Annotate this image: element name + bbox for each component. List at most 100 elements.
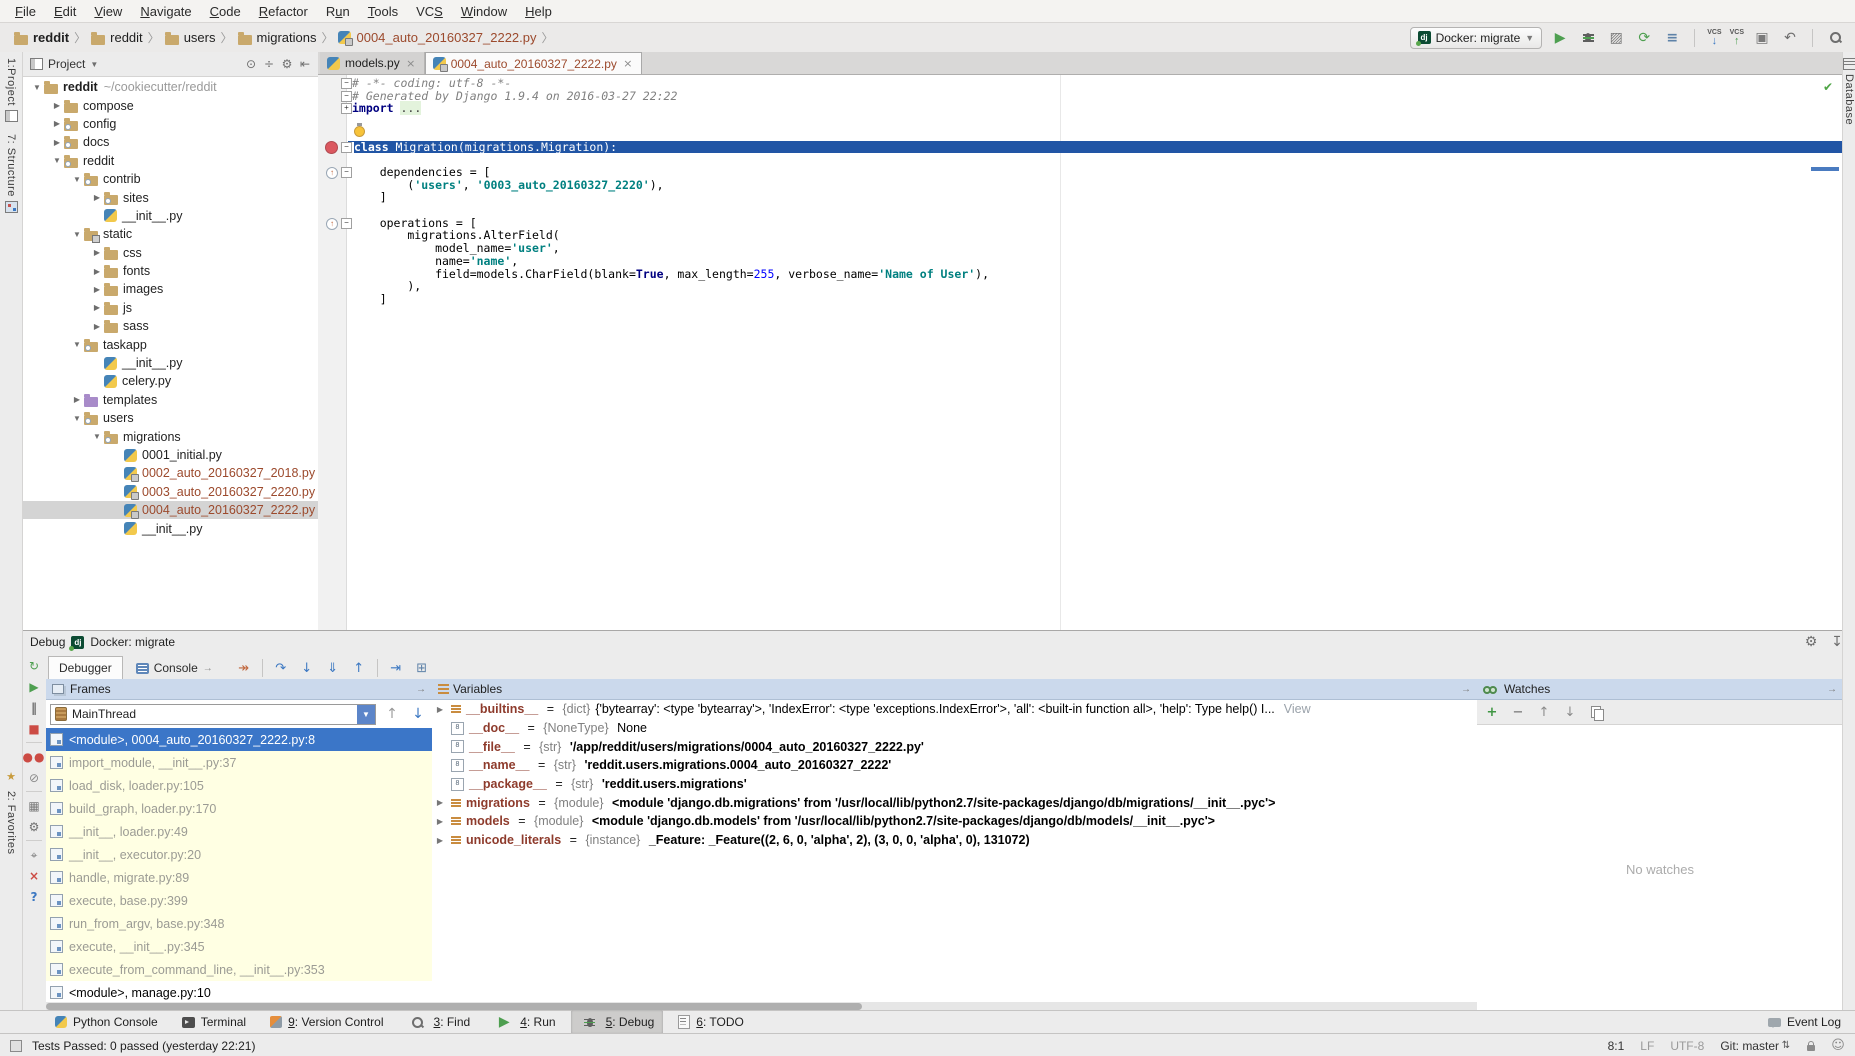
frame-row[interactable]: load_disk, loader.py:105 — [46, 774, 432, 797]
settings-icon[interactable]: ⚙ — [278, 55, 296, 73]
variables-pin-icon[interactable]: → — [1461, 684, 1471, 695]
code-line[interactable]: operations = [ — [348, 217, 1843, 230]
chevron-right-icon[interactable]: ▶ — [90, 248, 104, 257]
debug-tab-console[interactable]: Console→ — [125, 656, 224, 679]
code-area[interactable]: ✔ # -*- coding: utf-8 -*-−# Generated by… — [318, 75, 1843, 630]
editor-gutter[interactable] — [318, 75, 347, 630]
lock-icon[interactable] — [1807, 1045, 1815, 1051]
menu-view[interactable]: View — [85, 3, 131, 20]
variable-row[interactable]: ▶models = {module} <module 'django.db.mo… — [432, 812, 1477, 831]
tree-row[interactable]: ▶js — [22, 299, 318, 317]
expand-arrow-icon[interactable]: ▶ — [434, 705, 446, 714]
tree-row[interactable]: 0002_auto_20160327_2018.py — [22, 464, 318, 482]
show-execution-point-icon[interactable]: ↠ — [232, 657, 256, 679]
run-to-cursor-icon[interactable]: ⇥ — [384, 657, 408, 679]
settings-icon[interactable]: ⚙ — [23, 816, 45, 837]
hide-panel-icon[interactable]: ⇤ — [296, 55, 314, 73]
tree-row[interactable]: ▶sass — [22, 317, 318, 335]
tool-window-switcher-icon[interactable] — [10, 1040, 22, 1052]
coverage-button[interactable]: ▨ — [1606, 28, 1626, 48]
menu-edit[interactable]: Edit — [45, 3, 85, 20]
tree-row[interactable]: ▶sites — [22, 188, 318, 206]
evaluate-expression-icon[interactable]: ⊞ — [410, 657, 434, 679]
code-line[interactable]: field=models.CharField(blank=True, max_l… — [348, 268, 1843, 281]
code-line[interactable]: # Generated by Django 1.9.4 on 2016-03-2… — [348, 90, 1843, 103]
frame-down-icon[interactable]: ↓ — [408, 704, 428, 724]
search-everywhere-button[interactable] — [1825, 28, 1845, 48]
breakpoint-icon[interactable] — [325, 141, 338, 154]
debug-settings-icon[interactable]: ⚙ — [1801, 632, 1821, 652]
hector-inspection-icon[interactable]: ☺ — [1831, 1036, 1845, 1056]
code-line[interactable] — [348, 115, 1843, 128]
watches-pin-icon[interactable]: → — [1827, 684, 1837, 695]
variable-row[interactable]: ▶unicode_literals = {instance} _Feature:… — [432, 831, 1477, 850]
tree-row[interactable]: ▶css — [22, 244, 318, 262]
expand-arrow-icon[interactable]: ▶ — [434, 836, 446, 845]
toolwindow--run[interactable]: ▶4: Run — [485, 1010, 564, 1034]
tree-row[interactable]: ▶docs — [22, 133, 318, 151]
chevron-down-icon[interactable]: ▼ — [90, 432, 104, 441]
mute-breakpoints-icon[interactable]: ⊘ — [23, 767, 45, 788]
code-line[interactable]: migrations.AlterField( — [348, 229, 1843, 242]
rollback-button[interactable]: ↶ — [1780, 28, 1800, 48]
rerun-icon[interactable]: ↻ — [23, 655, 45, 676]
toolwindow-terminal[interactable]: Terminal — [173, 1013, 255, 1031]
close-tab-icon[interactable]: × — [622, 58, 634, 70]
tree-row[interactable]: ▼static — [22, 225, 318, 243]
resume-icon[interactable]: ▶ — [23, 676, 45, 697]
chevron-right-icon[interactable]: ▶ — [50, 138, 64, 147]
editor-tab[interactable]: 0004_auto_20160327_2222.py× — [425, 52, 642, 74]
step-over-icon[interactable]: ↷ — [269, 657, 293, 679]
debug-tab-debugger[interactable]: Debugger — [48, 656, 123, 679]
concurrency-diagram-button[interactable]: ≡ — [1662, 28, 1682, 48]
tree-row[interactable]: ▶images — [22, 280, 318, 298]
menu-code[interactable]: Code — [201, 3, 250, 20]
frame-row[interactable]: handle, migrate.py:89 — [46, 866, 432, 889]
fold-marker-icon[interactable]: − — [341, 167, 352, 178]
tree-row[interactable]: celery.py — [22, 372, 318, 390]
tree-row[interactable]: ▼reddit — [22, 152, 318, 170]
frame-row[interactable]: <module>, manage.py:10 — [46, 981, 432, 1004]
frame-row[interactable]: <module>, 0004_auto_20160327_2222.py:8 — [46, 728, 432, 751]
chevron-right-icon[interactable]: ▶ — [90, 267, 104, 276]
pin-icon[interactable]: ⌖ — [23, 844, 45, 865]
frame-row[interactable]: execute, base.py:399 — [46, 889, 432, 912]
menu-navigate[interactable]: Navigate — [131, 3, 200, 20]
stripe-button-favorites[interactable]: ★2: Favorites — [0, 761, 22, 860]
fold-marker-icon[interactable]: − — [341, 91, 352, 102]
frame-row[interactable]: run_from_argv, base.py:348 — [46, 912, 432, 935]
close-icon[interactable]: × — [23, 865, 45, 886]
code-line[interactable]: ), — [348, 280, 1843, 293]
chevron-down-icon[interactable]: ▼ — [30, 83, 44, 92]
tree-row[interactable]: ▶config — [22, 115, 318, 133]
remove-watch-icon[interactable]: − — [1507, 702, 1529, 722]
tree-row[interactable]: ▼contrib — [22, 170, 318, 188]
caret-position[interactable]: 8:1 — [1608, 1039, 1625, 1053]
fold-marker-icon[interactable]: − — [341, 142, 352, 153]
move-up-icon[interactable]: ↑ — [1533, 702, 1555, 722]
menu-refactor[interactable]: Refactor — [250, 3, 317, 20]
chevron-right-icon[interactable]: ▶ — [90, 285, 104, 294]
breadcrumb-item[interactable]: 0004_auto_20160327_2222.py — [334, 30, 540, 45]
expand-arrow-icon[interactable]: ▶ — [434, 817, 446, 826]
chevron-right-icon[interactable]: ▶ — [90, 322, 104, 331]
vcs-commit-button[interactable]: VCS↑ — [1730, 29, 1744, 47]
code-line[interactable]: model_name='user', — [348, 242, 1843, 255]
tree-row[interactable]: __init__.py — [22, 207, 318, 225]
chevron-right-icon[interactable]: ▶ — [50, 101, 64, 110]
menu-vcs[interactable]: VCS — [407, 3, 452, 20]
editor-tab[interactable]: models.py× — [320, 52, 425, 74]
frames-pin-icon[interactable]: → — [416, 684, 426, 695]
code-line[interactable] — [348, 204, 1843, 217]
toolwindow-python-console[interactable]: Python Console — [46, 1013, 167, 1031]
pause-icon[interactable]: ‖ — [23, 697, 45, 718]
chevron-right-icon[interactable]: ▶ — [90, 303, 104, 312]
force-step-into-icon[interactable]: ⇓ — [321, 657, 345, 679]
breadcrumb-item[interactable]: reddit — [10, 30, 73, 45]
frame-row[interactable]: import_module, __init__.py:37 — [46, 751, 432, 774]
profiler-button[interactable]: ⟳ — [1634, 28, 1654, 48]
debug-button[interactable] — [1578, 28, 1598, 48]
expand-arrow-icon[interactable]: ▶ — [434, 798, 446, 807]
help-icon[interactable]: ? — [23, 886, 45, 907]
variable-row[interactable]: ▶__builtins__ = {dict}{'bytearray': <typ… — [432, 700, 1477, 719]
